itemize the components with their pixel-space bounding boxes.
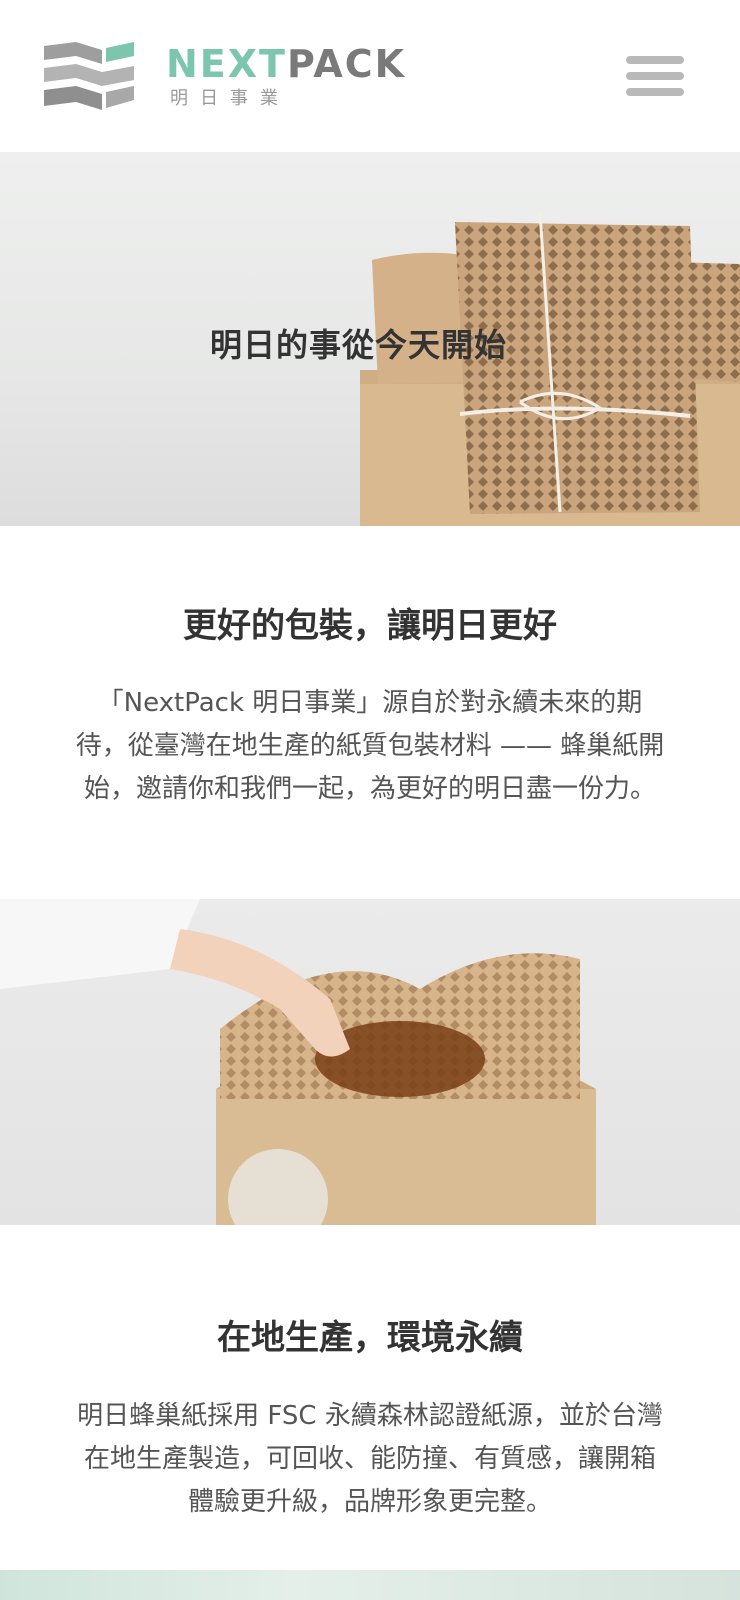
unboxing-photo-image bbox=[0, 899, 596, 1225]
logo-subtitle: 明日事業 bbox=[170, 88, 290, 109]
intro-paragraph: 「NextPack 明日事業」源自於對永續未來的期待，從臺灣在地生產的紙質包裝材… bbox=[75, 688, 665, 804]
unboxing-photo bbox=[0, 899, 740, 1225]
hero-title: 明日的事從今天開始 bbox=[210, 326, 508, 364]
logo-word-next: NEXT bbox=[166, 42, 287, 86]
intro-heading: 更好的包裝，讓明日更好 bbox=[183, 606, 557, 646]
local-production-paragraph: 明日蜂巢紙採用 FSC 永續森林認證紙源，並於台灣在地生產製造，可回收、能防撞、… bbox=[77, 1401, 663, 1517]
local-production-heading: 在地生產，環境永續 bbox=[217, 1318, 523, 1358]
logo-word-pack: PACK bbox=[286, 42, 407, 86]
logo-wordmark: NEXTPACK bbox=[166, 42, 406, 86]
nextpack-logo[interactable]: NEXTPACK 明日事業 bbox=[42, 38, 422, 118]
hamburger-icon[interactable] bbox=[626, 54, 686, 100]
logo-mark-icon bbox=[44, 42, 134, 110]
next-section-image-edge bbox=[0, 1570, 740, 1600]
site-header: NEXTPACK 明日事業 bbox=[0, 0, 740, 152]
hero-banner: 明日的事從今天開始 bbox=[0, 152, 740, 526]
